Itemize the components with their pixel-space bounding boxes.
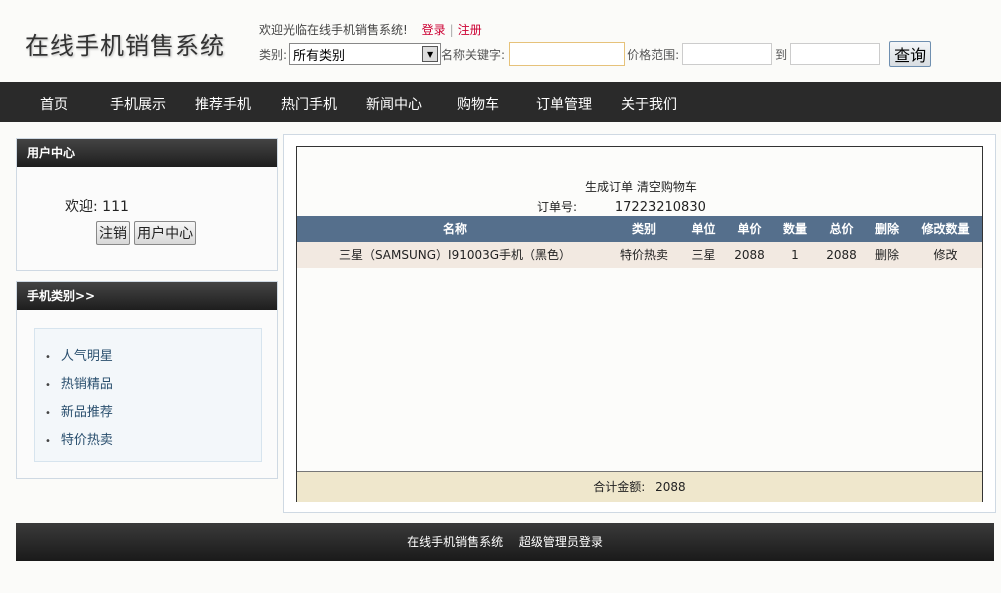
price-min-input[interactable] bbox=[682, 43, 773, 65]
username: 111 bbox=[102, 199, 129, 215]
delete-link[interactable]: 删除 bbox=[865, 242, 909, 268]
site-logo: 在线手机销售系统 bbox=[25, 32, 225, 60]
category-select-value: 所有类别 bbox=[293, 48, 346, 64]
user-center-button[interactable]: 用户中心 bbox=[134, 221, 197, 245]
table-row: 三星（SAMSUNG）I91003G手机（黑色） 特价热卖 三星 2088 1 … bbox=[297, 242, 982, 268]
total-value: 2088 bbox=[655, 480, 686, 494]
generate-order-link[interactable]: 生成订单 bbox=[585, 180, 633, 194]
total-label: 合计金额: bbox=[593, 480, 646, 494]
cart-table-header: 名称 类别 单位 单价 数量 总价 删除 修改数量 bbox=[297, 216, 982, 242]
welcome-text: 欢迎光临在线手机销售系统! bbox=[259, 23, 408, 37]
order-number: 17223210830 bbox=[614, 200, 706, 215]
modify-link[interactable]: 修改 bbox=[909, 242, 982, 268]
keyword-label: 名称关键字: bbox=[441, 47, 506, 62]
price-max-input[interactable] bbox=[790, 43, 881, 65]
nav-about[interactable]: 关于我们 bbox=[621, 94, 677, 114]
cell-unit: 三星 bbox=[691, 248, 716, 262]
user-welcome: 欢迎: 111 bbox=[65, 196, 129, 216]
chevron-down-icon[interactable]: ▼ bbox=[422, 46, 439, 62]
clear-cart-link[interactable]: 清空购物车 bbox=[637, 180, 697, 194]
category-item-bestseller[interactable]: • 热销精品 bbox=[45, 373, 113, 392]
user-actions: 注销 用户中心 bbox=[96, 221, 197, 245]
cart-panel: 生成订单 清空购物车 订单号: 17223210830 名称 类别 单位 单价 … bbox=[296, 146, 983, 502]
cart-main: 生成订单 清空购物车 订单号: 17223210830 名称 类别 单位 单价 … bbox=[283, 134, 996, 513]
category-title: 手机类别>> bbox=[17, 282, 277, 310]
cart-total: 合计金额: 2088 bbox=[297, 471, 982, 502]
footer-site-link[interactable]: 在线手机销售系统 bbox=[407, 535, 503, 549]
cell-quantity: 1 bbox=[791, 248, 799, 262]
admin-login-link[interactable]: 超级管理员登录 bbox=[519, 535, 603, 549]
category-label: 类别: bbox=[259, 47, 288, 62]
category-list: • 人气明星 • 热销精品 • 新品推荐 • 特价热卖 bbox=[34, 328, 262, 462]
category-select[interactable]: 所有类别 ▼ bbox=[289, 43, 442, 65]
category-item-special[interactable]: • 特价热卖 bbox=[45, 429, 113, 448]
nav-orders[interactable]: 订单管理 bbox=[536, 94, 592, 114]
logout-button[interactable]: 注销 bbox=[96, 221, 130, 245]
search-bar: 类别: 所有类别 ▼ 名称关键字: 价格范围: 到 查询 bbox=[259, 41, 932, 67]
search-button[interactable]: 查询 bbox=[889, 41, 932, 67]
order-number-row: 订单号: 17223210830 bbox=[537, 198, 706, 215]
nav-recommended[interactable]: 推荐手机 bbox=[195, 94, 251, 114]
col-name: 名称 bbox=[442, 222, 467, 236]
cell-price: 2088 bbox=[734, 248, 765, 262]
col-unit: 单位 bbox=[691, 222, 716, 236]
nav-news[interactable]: 新闻中心 bbox=[366, 94, 422, 114]
price-label: 价格范围: bbox=[627, 47, 680, 62]
category-box: 手机类别>> • 人气明星 • 热销精品 • 新品推荐 • 特价热卖 bbox=[16, 281, 278, 479]
register-link[interactable]: 注册 bbox=[458, 23, 482, 37]
nav-phone-showcase[interactable]: 手机展示 bbox=[110, 94, 166, 114]
col-delete: 删除 bbox=[874, 222, 899, 236]
cell-total: 2088 bbox=[826, 248, 857, 262]
main-nav: 首页 手机展示 推荐手机 热门手机 新闻中心 购物车 订单管理 关于我们 bbox=[0, 82, 1001, 122]
cart-actions: 生成订单 清空购物车 bbox=[585, 178, 697, 195]
login-link[interactable]: 登录 bbox=[422, 23, 446, 37]
order-number-label: 订单号: bbox=[537, 200, 578, 214]
col-quantity: 数量 bbox=[782, 222, 807, 236]
cell-category: 特价热卖 bbox=[619, 248, 668, 262]
keyword-input[interactable] bbox=[509, 42, 626, 66]
user-center-title: 用户中心 bbox=[17, 139, 277, 167]
col-price: 单价 bbox=[737, 222, 762, 236]
col-total: 总价 bbox=[829, 222, 854, 236]
col-modify: 修改数量 bbox=[921, 222, 970, 236]
col-category: 类别 bbox=[631, 222, 656, 236]
nav-cart[interactable]: 购物车 bbox=[457, 94, 499, 114]
price-to-label: 到 bbox=[775, 47, 788, 62]
category-item-new[interactable]: • 新品推荐 bbox=[45, 401, 113, 420]
user-center-box: 用户中心 欢迎: 111 注销 用户中心 bbox=[16, 138, 278, 271]
nav-hot[interactable]: 热门手机 bbox=[281, 94, 337, 114]
footer: 在线手机销售系统 超级管理员登录 bbox=[16, 523, 994, 561]
cell-name: 三星（SAMSUNG）I91003G手机（黑色） bbox=[338, 248, 572, 262]
welcome-bar: 欢迎光临在线手机销售系统! 登录 | 注册 bbox=[259, 23, 482, 37]
category-item-popular[interactable]: • 人气明星 bbox=[45, 345, 113, 364]
welcome-label: 欢迎: bbox=[65, 199, 98, 215]
nav-home[interactable]: 首页 bbox=[40, 94, 68, 114]
header: 在线手机销售系统 欢迎光临在线手机销售系统! 登录 | 注册 类别: 所有类别 ▼ … bbox=[0, 0, 1001, 82]
